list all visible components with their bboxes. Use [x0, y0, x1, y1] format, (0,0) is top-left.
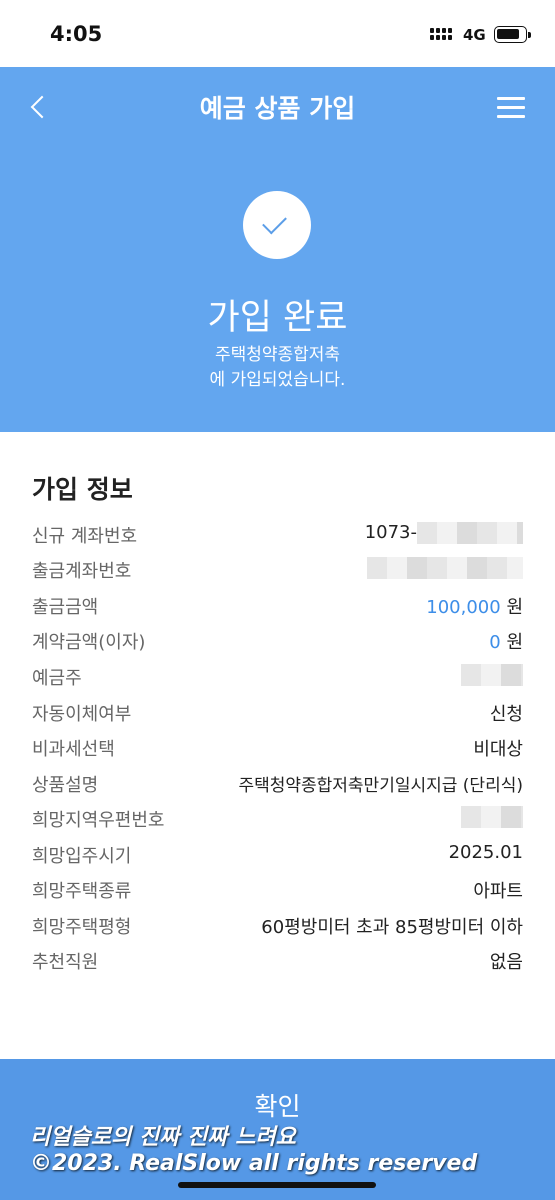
row-value: 100,000 원	[426, 593, 523, 619]
masked-value	[417, 522, 523, 544]
menu-button[interactable]	[497, 95, 527, 119]
home-indicator[interactable]	[178, 1182, 376, 1188]
row-withdraw-account: 출금계좌번호	[0, 550, 555, 586]
contract-amount: 0	[489, 632, 501, 653]
row-housing-type: 희망주택종류 아파트	[0, 870, 555, 906]
info-title: 가입 정보	[32, 475, 133, 504]
row-postal-code: 희망지역우편번호	[0, 799, 555, 835]
row-value: 신청	[489, 704, 523, 725]
row-contract-amount: 계약금액(이자) 0 원	[0, 621, 555, 657]
row-label: 비과세선택	[32, 739, 115, 760]
masked-value	[461, 806, 523, 828]
row-value: 60평방미터 초과 85평방미터 이하	[261, 917, 523, 938]
row-withdraw-amount: 출금금액 100,000 원	[0, 586, 555, 622]
watermark-line1: 리얼슬로의 진짜 진짜 느려요	[30, 1125, 296, 1150]
masked-value	[367, 557, 523, 579]
row-tax-exempt: 비과세선택 비대상	[0, 728, 555, 764]
checkmark-icon	[243, 191, 311, 259]
header: 예금 상품 가입 가입 완료 주택청약종합저축 에 가입되었습니다.	[0, 67, 555, 432]
signal-icon	[430, 28, 452, 40]
row-auto-transfer: 자동이체여부 신청	[0, 693, 555, 729]
row-value: 2025.01	[448, 842, 523, 863]
currency-unit: 원	[506, 632, 523, 653]
info-card: 가입 정보 신규 계좌번호 1073- 출금계좌번호 출금금액 100,000 …	[0, 432, 555, 1059]
row-product-desc: 상품설명 주택청약종합저축만기일시지급 (단리식)	[0, 764, 555, 800]
row-value: 없음	[489, 952, 523, 973]
row-value: 아파트	[473, 881, 523, 902]
row-label: 희망주택평형	[32, 917, 132, 938]
row-value: 0 원	[489, 628, 523, 654]
menu-line	[497, 115, 525, 118]
battery-fill	[497, 29, 520, 39]
status-bar: 4:05 4G	[0, 0, 555, 67]
network-label: 4G	[463, 26, 486, 44]
row-value	[461, 806, 523, 828]
row-value	[367, 557, 523, 579]
confirm-button[interactable]: 확인 리얼슬로의 진짜 진짜 느려요 ©2023. RealSlow all r…	[0, 1059, 555, 1200]
row-referrer: 추천직원 없음	[0, 941, 555, 977]
completion-message: 주택청약종합저축 에 가입되었습니다.	[0, 343, 555, 393]
row-value	[461, 664, 523, 686]
row-new-account: 신규 계좌번호 1073-	[0, 515, 555, 551]
row-label: 자동이체여부	[32, 704, 132, 725]
row-label: 신규 계좌번호	[32, 526, 138, 547]
row-label: 희망지역우편번호	[32, 810, 165, 831]
row-label: 추천직원	[32, 952, 99, 973]
completion-message-line2: 에 가입되었습니다.	[209, 370, 346, 390]
row-value: 1073-	[365, 522, 523, 544]
confirm-button-label: 확인	[254, 1092, 301, 1121]
row-housing-size: 희망주택평형 60평방미터 초과 85평방미터 이하	[0, 906, 555, 942]
row-value: 비대상	[473, 739, 523, 760]
row-label: 예금주	[32, 668, 82, 689]
row-move-in-date: 희망입주시기 2025.01	[0, 835, 555, 871]
menu-line	[497, 97, 525, 100]
battery-icon	[494, 26, 531, 43]
status-time: 4:05	[50, 22, 103, 46]
masked-value	[461, 664, 523, 686]
row-label: 상품설명	[32, 775, 99, 796]
watermark-line2: ©2023. RealSlow all rights reserved	[30, 1151, 478, 1176]
row-label: 계약금액(이자)	[32, 632, 146, 653]
currency-unit: 원	[506, 597, 523, 618]
row-label: 희망입주시기	[32, 846, 132, 867]
row-label: 출금금액	[32, 597, 99, 618]
completion-title: 가입 완료	[207, 298, 348, 338]
row-label: 희망주택종류	[32, 881, 132, 902]
new-account-number: 1073-	[364, 522, 417, 543]
row-value: 주택청약종합저축만기일시지급 (단리식)	[238, 776, 523, 796]
menu-line	[497, 106, 525, 109]
row-depositor: 예금주	[0, 657, 555, 693]
completion-message-line1: 주택청약종합저축	[214, 345, 341, 365]
row-label: 출금계좌번호	[32, 561, 132, 582]
page-title: 예금 상품 가입	[199, 94, 356, 123]
withdraw-amount: 100,000	[426, 597, 501, 618]
